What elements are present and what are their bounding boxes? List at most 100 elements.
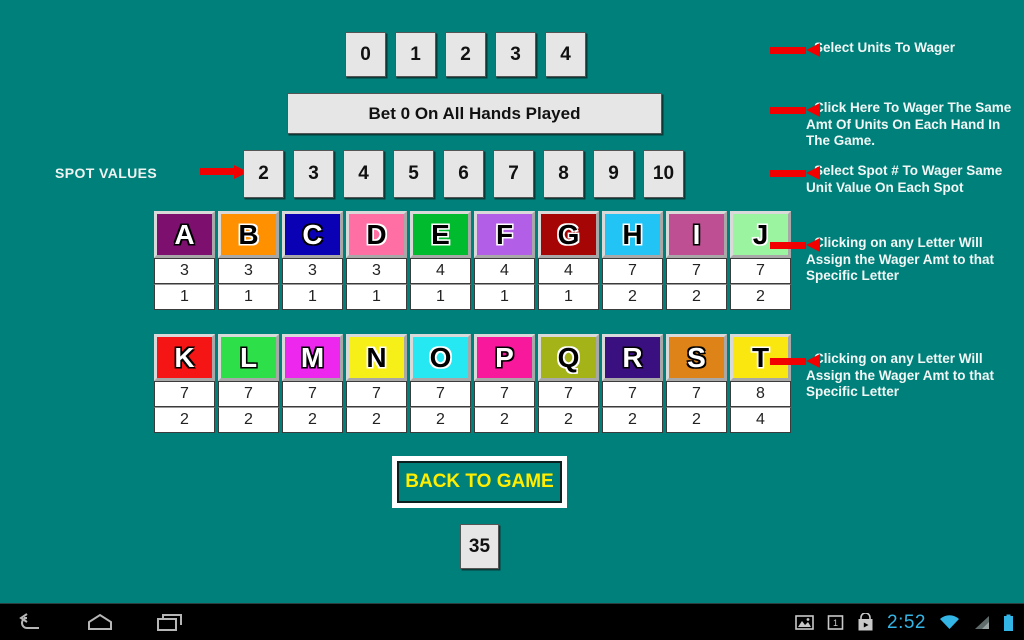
letter-tile-s[interactable]: S <box>666 334 727 381</box>
letter-value-primary-s: 7 <box>666 381 727 407</box>
letter-glyph: P <box>495 341 514 373</box>
letter-value-secondary-d: 1 <box>346 284 407 310</box>
spot-button-4[interactable]: 4 <box>343 150 384 198</box>
spot-button-6[interactable]: 6 <box>443 150 484 198</box>
letter-tile-m[interactable]: M <box>282 334 343 381</box>
wifi-icon <box>939 614 960 631</box>
letter-tile-p[interactable]: P <box>474 334 535 381</box>
spot-button-7[interactable]: 7 <box>493 150 534 198</box>
letter-values-1a: 3333444777 <box>154 258 791 284</box>
letter-value-primary-k: 7 <box>154 381 215 407</box>
annotation-select-spot: Select Spot # To Wager Same Unit Value O… <box>770 163 1021 196</box>
letter-value-primary-l: 7 <box>218 381 279 407</box>
letter-value-secondary-n: 2 <box>346 407 407 433</box>
back-to-game-button[interactable]: BACK TO GAME <box>392 456 567 508</box>
letter-value-secondary-g: 1 <box>538 284 599 310</box>
letter-tile-h[interactable]: H <box>602 211 663 258</box>
letter-glyph: I <box>692 218 701 250</box>
letter-value-primary-o: 7 <box>410 381 471 407</box>
letter-tile-d[interactable]: D <box>346 211 407 258</box>
letter-tile-i[interactable]: I <box>666 211 727 258</box>
letter-tile-c[interactable]: C <box>282 211 343 258</box>
svg-text:1: 1 <box>833 618 838 628</box>
annotation-text: Select Units To Wager <box>814 40 956 55</box>
letter-glyph: K <box>174 341 195 373</box>
letter-values-2a: 7777777778 <box>154 381 791 407</box>
letter-value-secondary-a: 1 <box>154 284 215 310</box>
spot-button-3[interactable]: 3 <box>293 150 334 198</box>
letter-tile-r[interactable]: R <box>602 334 663 381</box>
total-wager-button[interactable]: 35 <box>460 524 499 569</box>
letter-tile-o[interactable]: O <box>410 334 471 381</box>
letter-tile-l[interactable]: L <box>218 334 279 381</box>
letter-tile-j[interactable]: J <box>730 211 791 258</box>
annotation-text: Clicking on any Letter Will Assign the W… <box>806 235 995 283</box>
annotation-letter-row-1: Clicking on any Letter Will Assign the W… <box>770 235 1021 285</box>
screenshot-icon[interactable] <box>795 614 814 631</box>
letter-tile-k[interactable]: K <box>154 334 215 381</box>
letter-value-secondary-i: 2 <box>666 284 727 310</box>
bet-all-hands-button[interactable]: Bet 0 On All Hands Played <box>287 93 662 134</box>
play-store-icon[interactable] <box>857 613 874 632</box>
letter-value-secondary-o: 2 <box>410 407 471 433</box>
letter-glyph: E <box>431 218 450 250</box>
unit-button-2[interactable]: 2 <box>445 32 486 77</box>
annotation-text: Select Spot # To Wager Same Unit Value O… <box>806 163 1003 195</box>
letter-tile-b[interactable]: B <box>218 211 279 258</box>
letter-glyph: O <box>429 341 452 373</box>
letter-value-primary-r: 7 <box>602 381 663 407</box>
letter-glyph: R <box>622 341 643 373</box>
spot-button-8[interactable]: 8 <box>543 150 584 198</box>
letter-glyph: A <box>174 218 195 250</box>
calendar-icon[interactable]: 1 <box>827 614 844 631</box>
letter-value-primary-n: 7 <box>346 381 407 407</box>
navbar-status-icons: 1 2:52 <box>795 604 1014 640</box>
unit-button-0[interactable]: 0 <box>345 32 386 77</box>
spot-button-2[interactable]: 2 <box>243 150 284 198</box>
letter-value-secondary-h: 2 <box>602 284 663 310</box>
back-icon[interactable] <box>18 612 44 634</box>
annotation-select-units: Select Units To Wager <box>770 40 1021 57</box>
letter-value-primary-q: 7 <box>538 381 599 407</box>
spot-button-9[interactable]: 9 <box>593 150 634 198</box>
letter-tile-n[interactable]: N <box>346 334 407 381</box>
unit-wager-buttons: 01234 <box>345 32 586 77</box>
unit-button-4[interactable]: 4 <box>545 32 586 77</box>
status-clock: 2:52 <box>887 611 926 633</box>
letter-value-secondary-p: 2 <box>474 407 535 433</box>
annotation-bet-all-hands: Click Here To Wager The Same Amt Of Unit… <box>770 100 1021 150</box>
letter-value-primary-d: 3 <box>346 258 407 284</box>
letter-value-primary-m: 7 <box>282 381 343 407</box>
letter-value-secondary-t: 4 <box>730 407 791 433</box>
recents-icon[interactable] <box>156 612 184 634</box>
home-icon[interactable] <box>86 612 114 634</box>
letter-glyph: S <box>687 341 706 373</box>
letter-tile-g[interactable]: G <box>538 211 599 258</box>
letter-glyph: N <box>366 341 387 373</box>
letter-value-secondary-m: 2 <box>282 407 343 433</box>
letter-value-primary-b: 3 <box>218 258 279 284</box>
letter-tile-f[interactable]: F <box>474 211 535 258</box>
spot-button-5[interactable]: 5 <box>393 150 434 198</box>
device-screen: 01234 Bet 0 On All Hands Played SPOT VAL… <box>0 0 1024 640</box>
navbar-left-controls <box>18 604 184 640</box>
back-to-game-label: BACK TO GAME <box>397 461 562 503</box>
letter-value-primary-f: 4 <box>474 258 535 284</box>
annotation-text: Click Here To Wager The Same Amt Of Unit… <box>806 100 1012 148</box>
letter-value-primary-c: 3 <box>282 258 343 284</box>
spot-button-10[interactable]: 10 <box>643 150 684 198</box>
letter-glyph: M <box>300 341 325 373</box>
letter-value-primary-j: 7 <box>730 258 791 284</box>
letter-value-secondary-l: 2 <box>218 407 279 433</box>
letter-value-primary-e: 4 <box>410 258 471 284</box>
unit-button-1[interactable]: 1 <box>395 32 436 77</box>
letter-tile-e[interactable]: E <box>410 211 471 258</box>
spot-values-arrow-icon <box>200 165 248 179</box>
letter-value-secondary-f: 1 <box>474 284 535 310</box>
letter-tiles-1: A B C D E F G H I J <box>154 211 791 258</box>
unit-button-3[interactable]: 3 <box>495 32 536 77</box>
letter-value-secondary-r: 2 <box>602 407 663 433</box>
letter-tile-q[interactable]: Q <box>538 334 599 381</box>
android-navigation-bar: 1 2:52 <box>0 603 1024 640</box>
letter-tile-a[interactable]: A <box>154 211 215 258</box>
